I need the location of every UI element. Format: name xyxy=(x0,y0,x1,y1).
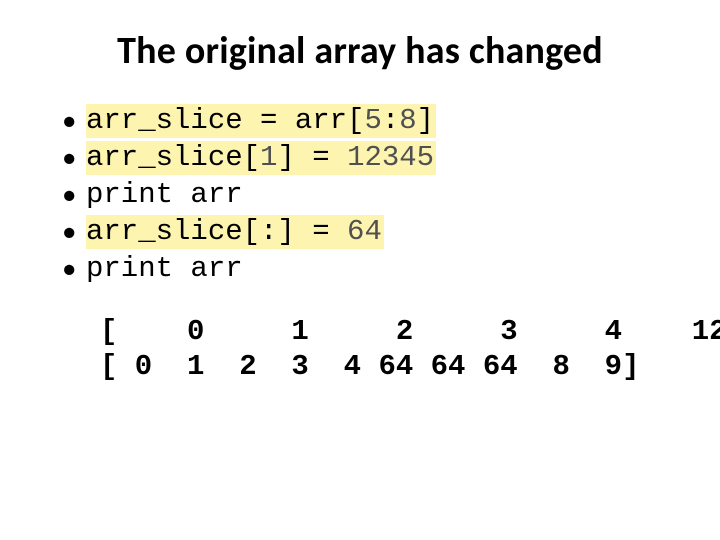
code-line-5: print arr xyxy=(56,250,664,287)
output-block: [ 0 1 2 3 4 12 12345 12 8 9] [ 0 1 2 3 4… xyxy=(100,314,664,385)
code-line-1: arr_slice = arr[5:8] xyxy=(56,102,664,139)
slide-title: The original array has changed xyxy=(56,28,664,74)
code-line-4: arr_slice[:] = 64 xyxy=(56,213,664,250)
output-line-2: [ 0 1 2 3 4 64 64 64 8 9] xyxy=(100,350,640,383)
code-line-3: print arr xyxy=(56,176,664,213)
output-line-1: [ 0 1 2 3 4 12 12345 12 8 9] xyxy=(100,315,720,348)
code-bullet-list: arr_slice = arr[5:8] arr_slice[1] = 1234… xyxy=(56,102,664,288)
code-line-2: arr_slice[1] = 12345 xyxy=(56,139,664,176)
